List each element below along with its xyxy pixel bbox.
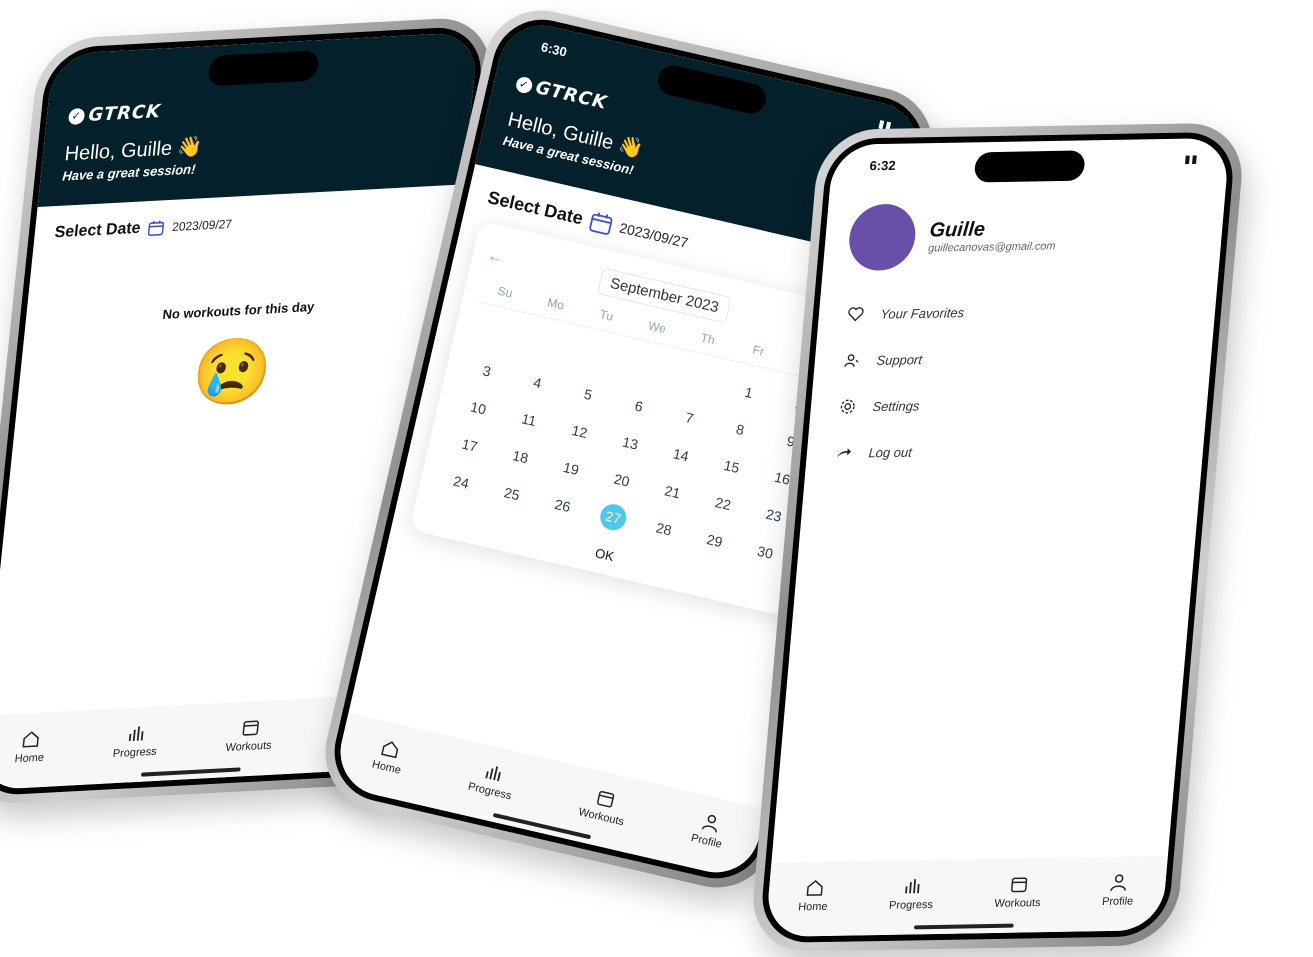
wifi-battery-icon: ▮▮: [1183, 153, 1199, 166]
day-cell[interactable]: 19: [543, 450, 600, 487]
weekday-label: Fr: [751, 342, 766, 359]
day-cell[interactable]: 7: [661, 399, 718, 436]
day-cell[interactable]: 13: [602, 425, 659, 462]
bar-chart-icon: [485, 765, 502, 781]
user-icon: [701, 814, 717, 833]
day-cell[interactable]: 6: [611, 388, 668, 425]
day-cell[interactable]: 17: [442, 427, 499, 464]
nav-progress[interactable]: Progress: [889, 875, 936, 911]
bar-chart-icon: [905, 878, 920, 893]
support-icon: [844, 354, 859, 367]
select-date-label: Select Date: [485, 186, 586, 228]
day-cell[interactable]: 3: [459, 353, 516, 390]
day-cell[interactable]: 5: [560, 376, 617, 413]
check-icon: ✓: [67, 107, 86, 125]
menu-logout[interactable]: Log out: [805, 423, 1205, 476]
home-indicator: [140, 767, 241, 777]
dynamic-island: [207, 50, 320, 87]
day-cell[interactable]: 29: [686, 522, 743, 559]
nav-profile[interactable]: Profile: [690, 809, 728, 850]
day-cell[interactable]: 28: [636, 510, 693, 547]
select-date-label: Select Date: [53, 219, 142, 242]
bottom-nav: Home Progress Workouts Profile: [331, 712, 766, 882]
day-empty: [619, 351, 676, 388]
calendar-icon[interactable]: [588, 210, 614, 236]
prev-month-icon[interactable]: ←: [485, 244, 507, 269]
day-empty: [467, 315, 524, 352]
day-empty: [569, 339, 626, 376]
phone-profile: 6:32 ▮▮ Guille guillecanovas@gmail.com Y…: [748, 122, 1247, 953]
check-icon: ✓: [514, 75, 534, 95]
calendar-icon: [596, 790, 615, 807]
day-cell[interactable]: 11: [501, 401, 558, 438]
day-cell[interactable]: 25: [484, 475, 541, 512]
logout-arrow-icon: [837, 448, 851, 458]
day-empty: [670, 362, 727, 399]
day-empty: [518, 327, 575, 364]
heart-icon: [848, 307, 864, 322]
nav-workouts[interactable]: Workouts: [577, 783, 630, 828]
nav-progress[interactable]: Progress: [467, 758, 518, 802]
profile-name: Guille: [928, 217, 987, 242]
day-cell[interactable]: 12: [551, 413, 608, 450]
selected-date: 2023/09/27: [617, 219, 690, 251]
nav-progress[interactable]: Progress: [112, 722, 159, 760]
nav-profile[interactable]: Profile: [1102, 872, 1136, 908]
calendar-icon: [242, 720, 259, 736]
nav-home[interactable]: Home: [371, 736, 407, 776]
gear-icon: [840, 399, 855, 414]
profile-email: guillecanovas@gmail.com: [927, 239, 1057, 255]
empty-state-message: No workouts for this day: [161, 298, 316, 323]
home-icon: [381, 740, 399, 758]
weekday-label: Mo: [546, 295, 566, 313]
nav-workouts[interactable]: Workouts: [994, 873, 1043, 909]
bar-chart-icon: [129, 725, 144, 741]
weekday-label: Th: [699, 330, 717, 348]
day-cell[interactable]: 20: [594, 462, 651, 499]
day-cell[interactable]: 15: [703, 448, 760, 485]
day-cell[interactable]: 21: [644, 473, 701, 510]
selected-date: 2023/09/27: [171, 216, 233, 235]
day-cell[interactable]: 10: [450, 390, 507, 427]
home-indicator: [913, 923, 1014, 930]
day-cell-selected[interactable]: 27: [597, 501, 629, 533]
crying-face-icon: 😢: [188, 333, 276, 411]
menu-support[interactable]: Support: [813, 331, 1213, 384]
app-logo: ✓ GTRCK: [67, 85, 452, 127]
nav-workouts[interactable]: Workouts: [225, 716, 275, 754]
status-time: 6:32: [868, 157, 897, 174]
day-cell[interactable]: 8: [712, 411, 769, 448]
weekday-label: Su: [496, 283, 514, 301]
weekday-label: We: [646, 318, 668, 337]
day-cell[interactable]: 4: [509, 364, 566, 401]
menu-favorites[interactable]: Your Favorites: [817, 285, 1217, 338]
weekday-label: Tu: [598, 307, 615, 324]
home-icon: [22, 730, 40, 748]
nav-home[interactable]: Home: [14, 728, 47, 765]
screen-profile: 6:32 ▮▮ Guille guillecanovas@gmail.com Y…: [764, 137, 1231, 938]
home-icon: [806, 879, 823, 896]
day-cell[interactable]: 22: [695, 485, 752, 522]
dynamic-island: [973, 150, 1086, 183]
calendar-icon: [1011, 876, 1028, 892]
bottom-nav: Home Progress Workouts Profile: [764, 855, 1168, 938]
day-cell[interactable]: 24: [433, 464, 490, 501]
nav-home[interactable]: Home: [798, 877, 830, 913]
user-icon: [1110, 873, 1127, 891]
day-cell[interactable]: 18: [492, 438, 549, 475]
menu-settings[interactable]: Settings: [809, 377, 1209, 430]
day-cell[interactable]: 26: [534, 487, 591, 524]
avatar[interactable]: [846, 203, 919, 272]
calendar-icon[interactable]: [148, 219, 166, 236]
day-cell[interactable]: 14: [653, 436, 710, 473]
day-cell[interactable]: 1: [721, 374, 778, 411]
